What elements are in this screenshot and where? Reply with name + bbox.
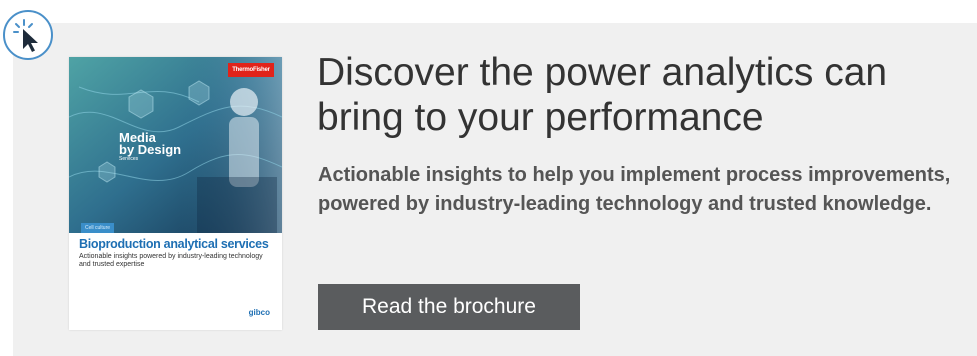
cover-subtitle: Actionable insights powered by industry-… — [79, 253, 263, 268]
cover-title: Bioproduction analytical services — [79, 237, 269, 251]
gibco-logo: gibco — [248, 308, 270, 317]
cover-category-chip: Cell culture — [81, 223, 115, 233]
cover-hero-text: Media by Design Services — [119, 131, 182, 163]
read-brochure-button[interactable]: Read the brochure — [318, 284, 580, 330]
pointer-click-icon — [3, 10, 53, 60]
cover-hero-sub: Services — [119, 156, 139, 162]
promo-subcopy: Actionable insights to help you implemen… — [318, 164, 951, 215]
brand-logo-tag: ThermoFisher — [228, 63, 274, 77]
brochure-cover-image[interactable]: ThermoFisher Media by Design Services Ce… — [69, 57, 282, 330]
cover-hero-line2: by Design — [119, 142, 182, 157]
promo-headline: Discover the power analytics can bring t… — [317, 51, 888, 139]
